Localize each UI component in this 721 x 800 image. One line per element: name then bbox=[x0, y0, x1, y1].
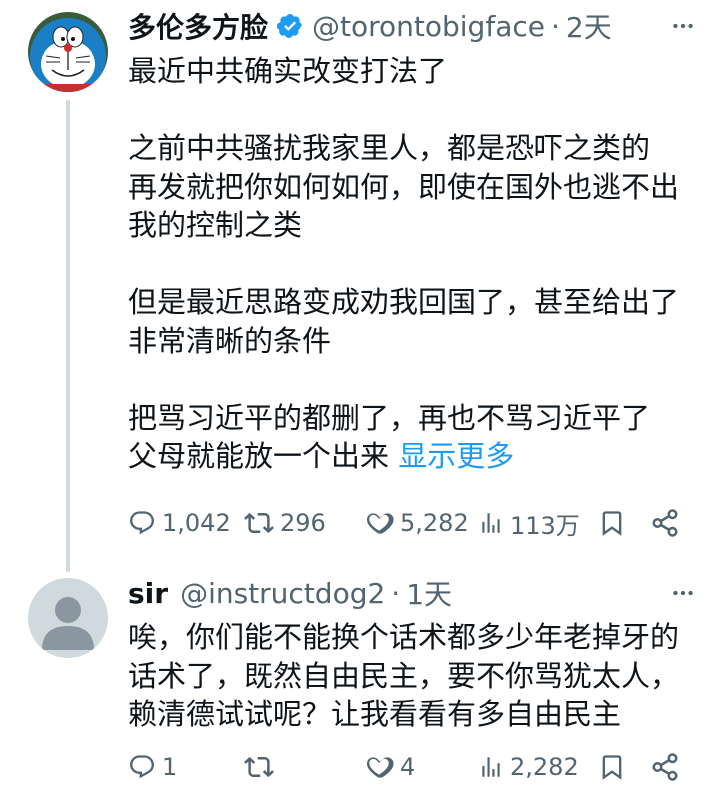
like-icon bbox=[366, 513, 394, 534]
like-count: 4 bbox=[400, 753, 416, 781]
display-name[interactable]: 多伦多方脸 bbox=[128, 6, 268, 46]
more-icon[interactable] bbox=[665, 575, 701, 611]
reply-button[interactable]: 1 bbox=[128, 747, 177, 787]
bookmark-icon bbox=[602, 755, 622, 780]
views-icon bbox=[482, 757, 500, 777]
avatar-default[interactable] bbox=[28, 578, 108, 658]
tweet-text: 唉，你们能不能换个话术都多少年老掉牙的 话术了，既然自由民主，要不你骂犹太人， … bbox=[128, 620, 680, 731]
verified-badge-icon bbox=[276, 12, 304, 40]
user-handle[interactable]: @torontobigface bbox=[312, 10, 545, 43]
views-icon bbox=[482, 513, 500, 533]
retweet-icon bbox=[244, 512, 274, 534]
like-count: 5,282 bbox=[400, 509, 469, 537]
like-button[interactable]: 4 bbox=[364, 747, 415, 787]
reply-icon bbox=[130, 755, 154, 779]
bookmark-button[interactable] bbox=[598, 747, 626, 787]
reply-count: 1 bbox=[162, 753, 178, 781]
timestamp[interactable]: 2天 bbox=[566, 6, 612, 46]
display-name[interactable]: sir bbox=[128, 577, 168, 610]
show-more-link[interactable]: 显示更多 bbox=[398, 439, 514, 473]
separator-dot: · bbox=[550, 9, 560, 43]
share-icon bbox=[652, 753, 678, 781]
bookmark-button[interactable] bbox=[598, 503, 626, 543]
reply-count: 1,042 bbox=[162, 509, 231, 537]
timestamp[interactable]: 1天 bbox=[406, 573, 452, 613]
tweet-reply[interactable]: sir @instructdog2 · 1天 唉，你们能不能换个话术都多少年老掉… bbox=[0, 560, 721, 800]
separator-dot: · bbox=[391, 576, 401, 610]
retweet-button[interactable] bbox=[244, 747, 280, 787]
reply-button[interactable]: 1,042 bbox=[128, 503, 231, 543]
tweet-header: sir @instructdog2 · 1天 bbox=[128, 573, 661, 613]
like-button[interactable]: 5,282 bbox=[364, 503, 469, 543]
thread-connector-line bbox=[66, 100, 70, 572]
reply-icon bbox=[130, 511, 154, 535]
bookmark-icon bbox=[602, 511, 622, 536]
tweet-main[interactable]: 多伦多方脸 @torontobigface · 2天 最近中共确实改变打法了 之… bbox=[0, 0, 721, 572]
share-button[interactable] bbox=[650, 747, 680, 787]
retweet-count: 296 bbox=[280, 509, 326, 537]
tweet-actions: 1,042 296 5,282 113万 bbox=[124, 503, 701, 543]
views-button[interactable]: 113万 bbox=[478, 503, 580, 543]
tweet-header: 多伦多方脸 @torontobigface · 2天 bbox=[128, 6, 661, 46]
share-icon bbox=[652, 509, 678, 537]
views-count: 113万 bbox=[510, 511, 580, 540]
views-button[interactable]: 2,282 bbox=[478, 747, 579, 787]
more-icon[interactable] bbox=[665, 8, 701, 44]
retweet-icon bbox=[244, 756, 274, 778]
doraemon-avatar-image bbox=[28, 12, 108, 92]
share-button[interactable] bbox=[650, 503, 680, 543]
tweet-text: 最近中共确实改变打法了 之前中共骚扰我家里人，都是恐吓之类的 再发就把你如何如何… bbox=[128, 52, 699, 476]
retweet-button[interactable]: 296 bbox=[244, 503, 326, 543]
tweet-body: 最近中共确实改变打法了 之前中共骚扰我家里人，都是恐吓之类的 再发就把你如何如何… bbox=[128, 54, 680, 473]
user-handle[interactable]: @instructdog2 bbox=[180, 577, 385, 610]
avatar-doraemon[interactable] bbox=[28, 12, 108, 92]
like-icon bbox=[366, 757, 394, 778]
default-avatar-icon bbox=[28, 578, 108, 658]
tweet-actions: 1 4 2,282 bbox=[124, 747, 701, 787]
views-count: 2,282 bbox=[510, 753, 579, 781]
